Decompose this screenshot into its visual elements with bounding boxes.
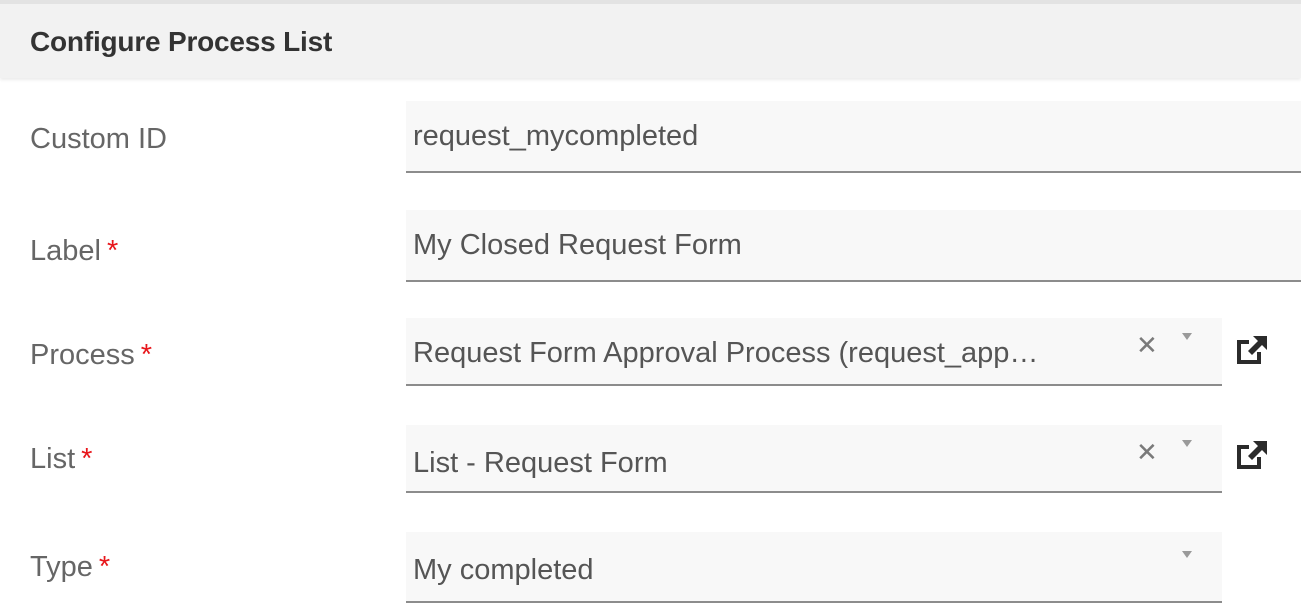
list-clear-icon[interactable]: ✕ — [1136, 437, 1158, 468]
type-row: Type * My completed — [0, 532, 1301, 604]
process-external-link-icon[interactable] — [1233, 334, 1271, 366]
custom-id-input[interactable] — [406, 101, 1301, 173]
process-clear-icon[interactable]: ✕ — [1136, 330, 1158, 361]
label-input[interactable] — [406, 210, 1301, 282]
required-asterisk: * — [140, 339, 153, 371]
process-row: Process * Request Form Approval Process (… — [0, 318, 1301, 390]
list-selected-value: List - Request Form — [413, 447, 668, 479]
type-label-text: Type — [30, 551, 93, 583]
process-label: Process * — [30, 339, 152, 372]
list-label: List * — [30, 443, 92, 476]
required-asterisk: * — [98, 551, 111, 583]
list-dropdown-arrow-icon[interactable] — [1182, 440, 1192, 447]
custom-id-label-text: Custom ID — [30, 123, 167, 155]
type-label: Type * — [30, 551, 110, 584]
label-field-label: Label * — [30, 235, 118, 268]
panel-header: Configure Process List — [0, 0, 1301, 78]
custom-id-label: Custom ID — [30, 123, 167, 156]
list-row: List * List - Request Form ✕ — [0, 425, 1301, 497]
type-select[interactable]: My completed — [406, 532, 1222, 603]
list-select[interactable]: List - Request Form ✕ — [406, 425, 1222, 493]
custom-id-row: Custom ID — [0, 101, 1301, 173]
required-asterisk: * — [81, 443, 93, 475]
label-row: Label * — [0, 210, 1301, 282]
process-dropdown-arrow-icon[interactable] — [1182, 333, 1192, 340]
type-dropdown-arrow-icon[interactable] — [1182, 551, 1192, 558]
label-label-text: Label — [30, 235, 101, 267]
list-external-link-icon[interactable] — [1233, 439, 1271, 471]
process-select[interactable]: Request Form Approval Process (request_a… — [406, 318, 1222, 386]
required-asterisk: * — [106, 235, 119, 267]
panel-title: Configure Process List — [30, 26, 333, 57]
type-selected-value: My completed — [413, 554, 594, 586]
list-label-text: List — [30, 443, 76, 475]
process-label-text: Process — [30, 339, 135, 371]
process-selected-value: Request Form Approval Process (request_a… — [413, 337, 1039, 369]
